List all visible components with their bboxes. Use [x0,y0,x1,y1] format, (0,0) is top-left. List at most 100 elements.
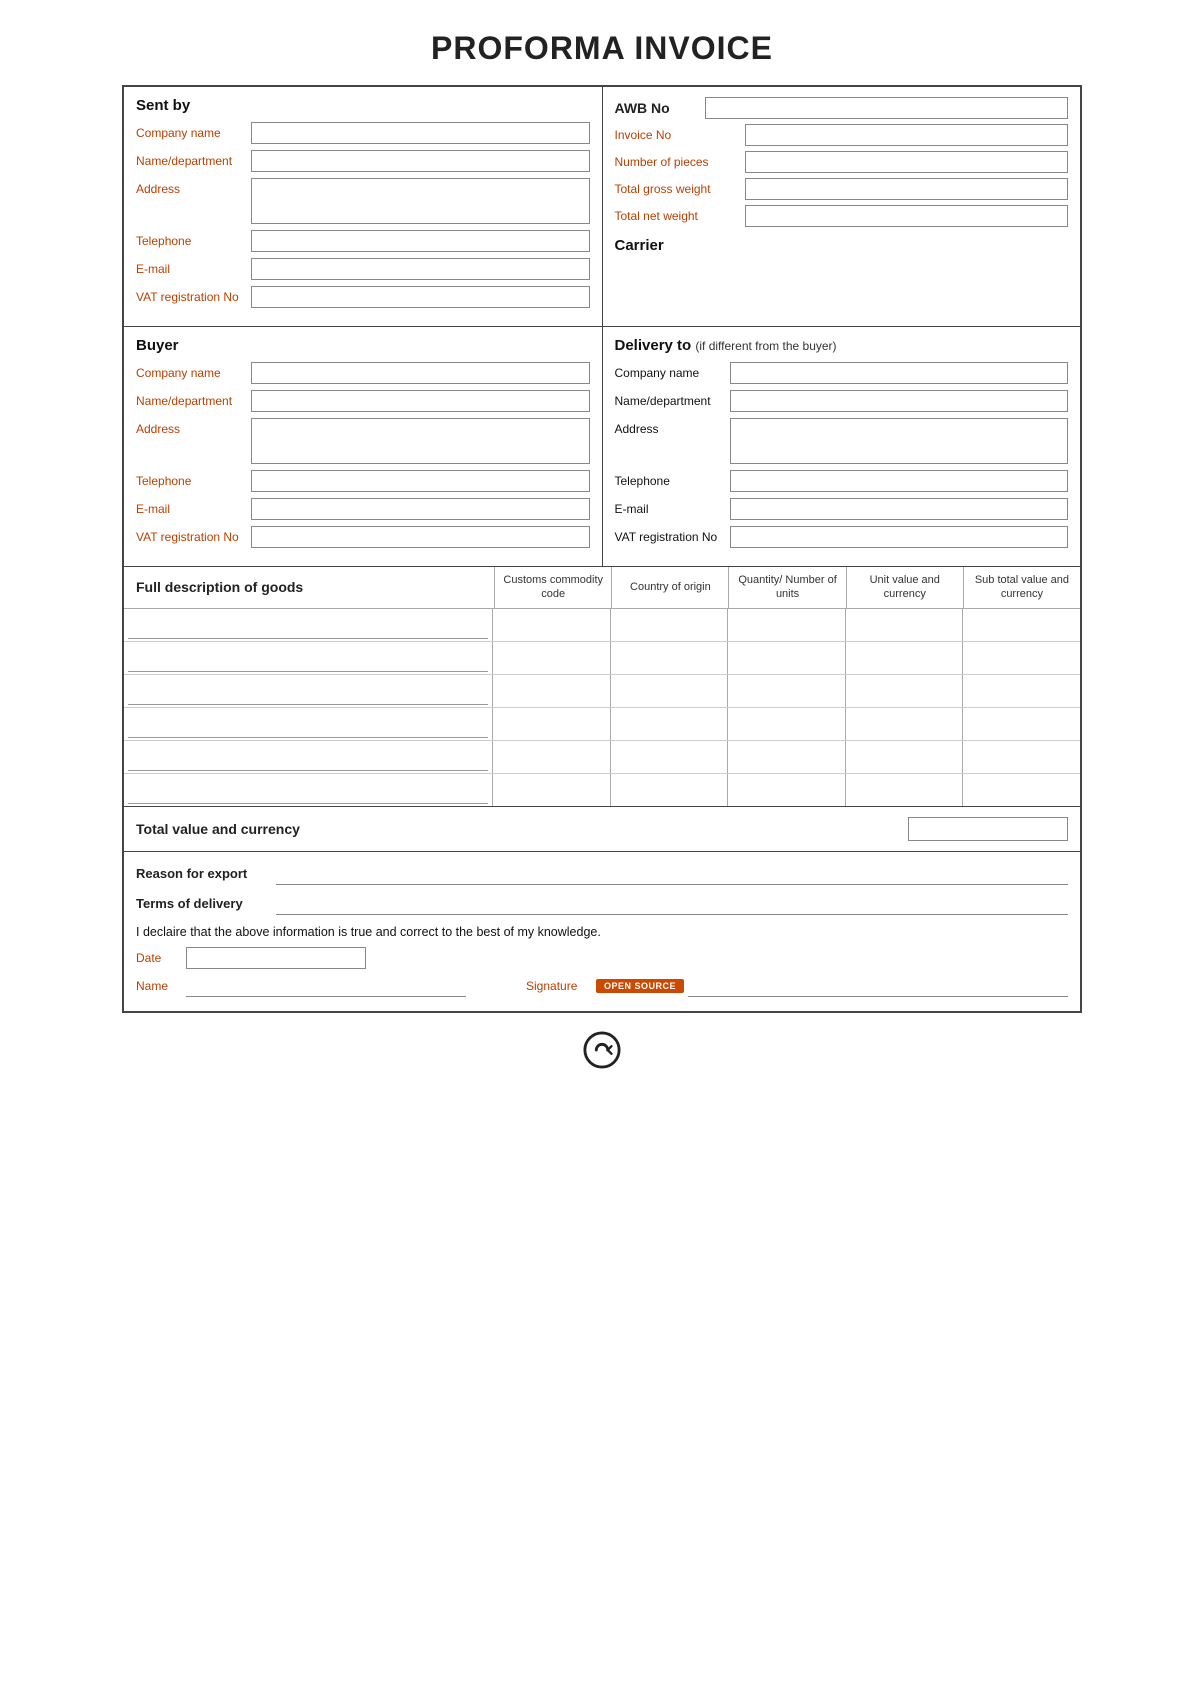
email-input[interactable] [251,258,590,280]
name-sign-input[interactable] [186,975,466,997]
company-name-input[interactable] [251,122,590,144]
goods-sub-input-6[interactable] [965,776,1078,804]
goods-qty-input-5[interactable] [730,743,843,771]
delivery-email-input[interactable] [730,498,1069,520]
goods-country-input-6[interactable] [613,776,726,804]
declare-text: I declaire that the above information is… [136,925,1068,939]
goods-unit-input-2[interactable] [848,644,961,672]
goods-country-input-4[interactable] [613,710,726,738]
goods-desc-3[interactable] [128,677,488,705]
awb-title-row: AWB No [615,97,1069,119]
goods-row-3 [124,675,1080,708]
goods-customs-input-1[interactable] [495,611,608,639]
delivery-email-label: E-mail [615,502,730,516]
awb-input[interactable] [705,97,1069,119]
goods-unit-input-6[interactable] [848,776,961,804]
pieces-input[interactable] [745,151,1069,173]
buyer-vat-row: VAT registration No [136,526,590,548]
buyer-vat-label: VAT registration No [136,530,251,544]
buyer-address-input[interactable] [251,418,590,464]
net-weight-input[interactable] [745,205,1069,227]
goods-country-input-5[interactable] [613,743,726,771]
delivery-dept-row: Name/department [615,390,1069,412]
goods-sub-input-3[interactable] [965,677,1078,705]
signature-label: Signature [526,979,596,993]
delivery-address-input[interactable] [730,418,1069,464]
buyer-tel-input[interactable] [251,470,590,492]
goods-customs-input-4[interactable] [495,710,608,738]
delivery-address-row: Address [615,418,1069,464]
goods-desc-cell-4 [124,708,493,740]
goods-sub-input-5[interactable] [965,743,1078,771]
goods-unit-input-1[interactable] [848,611,961,639]
buyer-dept-input[interactable] [251,390,590,412]
buyer-company-input[interactable] [251,362,590,384]
goods-sub-input-1[interactable] [965,611,1078,639]
address-input[interactable] [251,178,590,224]
goods-qty-input-4[interactable] [730,710,843,738]
delivery-tel-input[interactable] [730,470,1069,492]
goods-desc-5[interactable] [128,743,488,771]
delivery-terms-row: Terms of delivery [136,892,1068,915]
col-unit-header: Unit value and currency [847,567,964,608]
goods-country-input-2[interactable] [613,644,726,672]
goods-customs-input-6[interactable] [495,776,608,804]
delivery-company-row: Company name [615,362,1069,384]
goods-customs-input-3[interactable] [495,677,608,705]
reason-row: Reason for export [136,862,1068,885]
total-value-input[interactable] [908,817,1068,841]
goods-desc-4[interactable] [128,710,488,738]
invoice-no-label: Invoice No [615,128,745,142]
goods-qty-input-2[interactable] [730,644,843,672]
goods-unit-input-4[interactable] [848,710,961,738]
goods-desc-2[interactable] [128,644,488,672]
buyer-title: Buyer [136,337,590,354]
delivery-vat-input[interactable] [730,526,1069,548]
vat-label: VAT registration No [136,290,251,304]
goods-qty-input-1[interactable] [730,611,843,639]
goods-country-input-3[interactable] [613,677,726,705]
goods-qty-input-3[interactable] [730,677,843,705]
name-dept-label: Name/department [136,154,251,168]
delivery-dept-input[interactable] [730,390,1069,412]
gross-weight-input[interactable] [745,178,1069,200]
buyer-vat-input[interactable] [251,526,590,548]
date-label: Date [136,951,186,965]
delivery-terms-input[interactable] [276,892,1068,915]
pieces-row: Number of pieces [615,151,1069,173]
goods-qty-5 [728,741,846,773]
goods-sub-input-2[interactable] [965,644,1078,672]
goods-customs-input-2[interactable] [495,644,608,672]
buyer-company-label: Company name [136,366,251,380]
goods-country-input-1[interactable] [613,611,726,639]
reason-input[interactable] [276,862,1068,885]
telephone-input[interactable] [251,230,590,252]
goods-sub-6 [963,774,1080,806]
goods-qty-input-6[interactable] [730,776,843,804]
delivery-company-input[interactable] [730,362,1069,384]
goods-customs-input-5[interactable] [495,743,608,771]
goods-sub-input-4[interactable] [965,710,1078,738]
date-input[interactable] [186,947,366,969]
goods-unit-1 [846,609,964,641]
goods-desc-cell-5 [124,741,493,773]
goods-desc-6[interactable] [128,776,488,804]
goods-row-5 [124,741,1080,774]
col-country-header: Country of origin [612,567,729,608]
goods-unit-input-3[interactable] [848,677,961,705]
goods-unit-input-5[interactable] [848,743,961,771]
name-dept-input[interactable] [251,150,590,172]
goods-desc-cell-3 [124,675,493,707]
col-quantity-header: Quantity/ Number of units [729,567,846,608]
signature-input[interactable] [688,975,1068,997]
stamp-badge: OPEN SOURCE [596,979,684,993]
invoice-no-input[interactable] [745,124,1069,146]
goods-sub-4 [963,708,1080,740]
pieces-label: Number of pieces [615,155,745,169]
goods-desc-1[interactable] [128,611,488,639]
goods-customs-4 [493,708,611,740]
awb-col: AWB No Invoice No Number of pieces Total… [603,87,1081,326]
vat-input[interactable] [251,286,590,308]
buyer-email-input[interactable] [251,498,590,520]
goods-sub-3 [963,675,1080,707]
